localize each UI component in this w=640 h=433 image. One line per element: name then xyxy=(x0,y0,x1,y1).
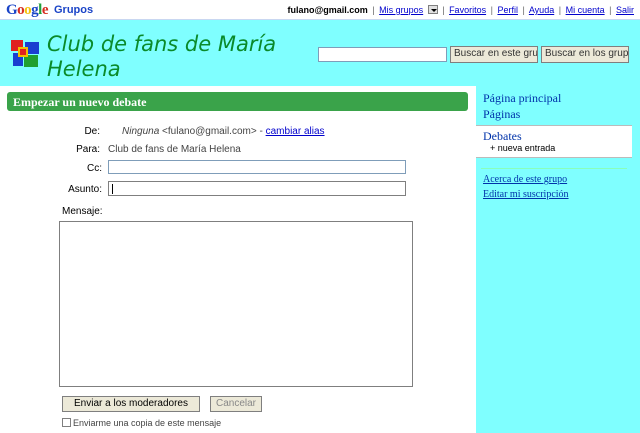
sidebar-item-pages[interactable]: Páginas xyxy=(483,107,520,122)
subject-input[interactable] xyxy=(108,181,406,196)
scrollbar[interactable] xyxy=(632,20,640,433)
sidebar: Página principal Páginas Debates + nueva… xyxy=(476,86,632,433)
send-copy-checkbox[interactable] xyxy=(62,418,71,427)
change-alias-link[interactable]: cambiar alias xyxy=(266,126,325,137)
separator: | xyxy=(372,5,375,15)
sidebar-item-debates-selected: Debates + nueva entrada xyxy=(476,125,632,158)
from-label: De: xyxy=(84,126,100,137)
separator: | xyxy=(609,5,612,15)
from-dash: - xyxy=(259,126,263,137)
send-copy-label: Enviarme una copia de este mensaje xyxy=(73,418,222,428)
from-email: <fulano@gmail.com> xyxy=(162,126,257,137)
send-to-moderators-button[interactable]: Enviar a los moderadores xyxy=(62,396,200,412)
account-links: fulano@gmail.com | Mis grupos | Favorito… xyxy=(287,5,634,15)
group-title[interactable]: Club de fans de María Helena xyxy=(47,32,297,82)
user-email: fulano@gmail.com xyxy=(287,5,368,15)
search-all-groups-button[interactable]: Buscar en los grupos xyxy=(541,46,629,63)
divider xyxy=(481,168,627,169)
sidebar-item-debates[interactable]: Debates xyxy=(483,129,522,144)
top-bar: Google Grupos fulano@gmail.com | Mis gru… xyxy=(0,0,640,20)
group-logo-icon[interactable] xyxy=(9,37,41,69)
dropdown-arrow-icon[interactable] xyxy=(427,5,438,14)
sidebar-item-about[interactable]: Acerca de este grupo xyxy=(483,174,567,185)
account-link[interactable]: Mi cuenta xyxy=(566,5,605,15)
form-header: Empezar un nuevo debate xyxy=(7,92,468,111)
separator: | xyxy=(490,5,493,15)
message-label: Mensaje: xyxy=(62,206,103,217)
signout-link[interactable]: Salir xyxy=(616,5,634,15)
sidebar-item-new-entry[interactable]: + nueva entrada xyxy=(490,143,555,153)
favorites-link[interactable]: Favoritos xyxy=(449,5,486,15)
cc-input[interactable] xyxy=(108,160,406,174)
search-input[interactable] xyxy=(318,47,447,62)
product-name[interactable]: Grupos xyxy=(54,4,93,16)
cancel-button[interactable]: Cancelar xyxy=(210,396,262,412)
sidebar-item-home[interactable]: Página principal xyxy=(483,91,561,106)
google-logo[interactable]: Google xyxy=(6,2,49,19)
search-group-button[interactable]: Buscar en este grupo xyxy=(450,46,538,63)
text-caret xyxy=(112,184,113,194)
group-header: Club de fans de María Helena Buscar en e… xyxy=(0,20,632,86)
cc-label: Cc: xyxy=(87,163,102,174)
separator: | xyxy=(558,5,562,15)
page-title: Empezar un nuevo debate xyxy=(13,95,147,109)
my-groups-link[interactable]: Mis grupos xyxy=(379,5,423,15)
profile-link[interactable]: Perfil xyxy=(497,5,518,15)
separator: | xyxy=(522,5,525,15)
from-value: Ninguna <fulano@gmail.com> - cambiar ali… xyxy=(122,126,325,137)
message-textarea[interactable] xyxy=(59,221,413,387)
from-name: Ninguna xyxy=(122,126,160,137)
subject-label: Asunto: xyxy=(68,184,102,195)
to-value: Club de fans de María Helena xyxy=(108,144,241,155)
sidebar-item-subscription[interactable]: Editar mi suscripción xyxy=(483,189,569,200)
separator: | xyxy=(442,5,445,15)
help-link[interactable]: Ayuda xyxy=(529,5,554,15)
to-label: Para: xyxy=(76,144,100,155)
